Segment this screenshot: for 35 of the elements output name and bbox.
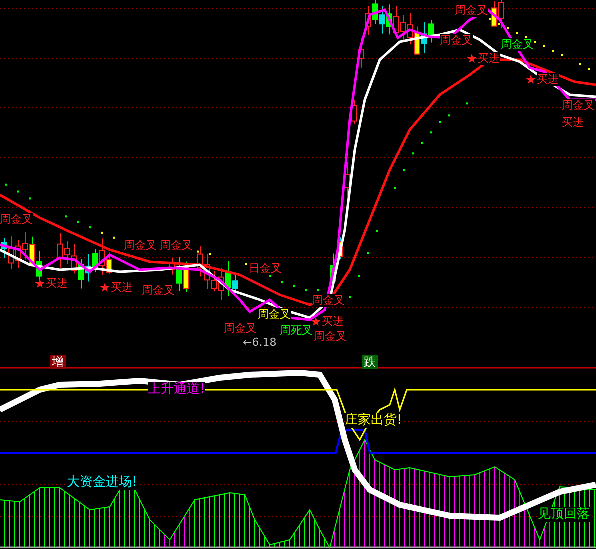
signal-label: 买进 [562,116,584,129]
star-icon [35,279,45,288]
candlestick [358,38,364,68]
signal-label: 周金叉 [455,4,488,17]
signal-label: 周金叉 [142,284,175,297]
signal-label: 周金叉 [160,239,193,252]
star-icon [100,283,110,292]
signal-label: 买进 [322,315,344,328]
signal-text: 庄家出货! [345,413,402,428]
trend-badge: 增 [50,355,66,369]
signal-label: 周金叉 [440,34,473,47]
signal-text: 大资金进场! [67,475,138,490]
signal-label: 日金叉 [249,262,282,275]
signal-label: 买进 [46,277,68,290]
signal-label: 周金叉 [314,330,347,343]
star-icon [526,75,536,84]
star-icon [467,54,477,63]
trend-badge: 跌 [362,355,378,369]
candlestick [352,100,358,125]
signal-label: 周死叉 [280,324,313,337]
signal-label: 买进 [537,73,559,86]
candlestick [344,162,350,198]
signal-label: 周金叉 [224,322,257,335]
star-icon [311,317,321,326]
signal-label: 周金叉 [0,213,33,226]
signal-label: 周金叉 [501,38,534,51]
signal-label: 买进 [478,52,500,65]
signal-label: 周金叉 [562,99,595,112]
signal-label: 周金叉 [124,239,157,252]
signal-label: 买进 [111,281,133,294]
signal-label: 周金叉 [258,308,291,321]
signal-label: 周金叉 [312,294,345,307]
signal-label: ←6.18 [243,336,277,349]
signal-text: 上升通道! [148,382,206,397]
signal-text: 见顶回落 [538,507,590,522]
